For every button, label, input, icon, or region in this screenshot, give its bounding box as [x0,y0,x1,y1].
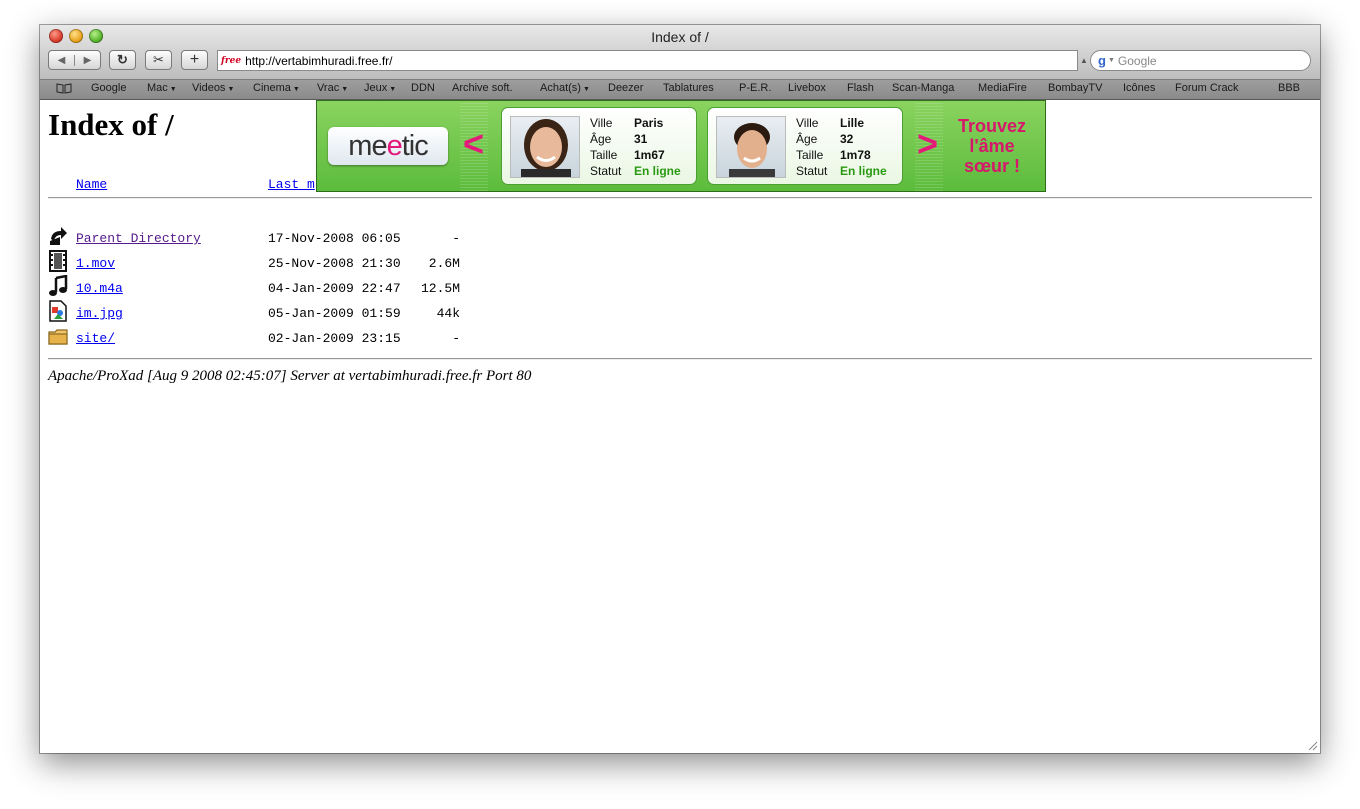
google-icon: g [1098,53,1106,68]
search-placeholder: Google [1117,53,1157,68]
file-link[interactable]: 1.mov [76,256,115,271]
music-note-icon [48,274,68,297]
url-field[interactable]: free http://vertabimhuradi.free.fr/ [217,50,1078,71]
sort-by-name-link[interactable]: Name [76,177,107,192]
file-size: - [452,331,460,346]
file-row: 10.m4a 04-Jan-2009 22:47 12.5M [40,274,740,306]
profile-1-status: En ligne [634,164,681,178]
resize-grip-icon[interactable] [1307,740,1318,751]
file-row: 1.mov 25-Nov-2008 21:30 2.6M [40,250,740,281]
chevron-down-icon: ▼ [227,86,235,93]
back-forward-group: ◀ ▶ [48,50,101,70]
ad-prev-button[interactable]: < [463,123,484,165]
file-size: - [452,231,460,246]
file-date: 04-Jan-2009 22:47 [268,281,401,296]
file-row: site/02-Jan-2009 23:15 - [40,329,740,356]
profile-photo-1 [510,116,580,178]
profile-card-1[interactable]: Ville Paris Âge 31 Taille 1m67 Statut En… [501,107,697,185]
profile-1-city: Paris [634,116,664,130]
bookmark-item[interactable]: Videos ▼ [192,82,234,94]
bookmark-item[interactable]: Icônes [1123,82,1155,94]
bookmark-item[interactable]: Deezer [608,82,643,94]
bookmark-item[interactable]: Google [91,82,126,94]
add-bookmark-button[interactable]: + [181,50,208,70]
file-link[interactable]: Parent Directory [76,231,201,246]
file-link[interactable]: im.jpg [76,306,123,321]
file-date: 17-Nov-2008 06:05 [268,231,401,246]
ad-next-button[interactable]: > [917,123,938,165]
bookmark-item[interactable]: Scan-Manga [892,82,954,94]
file-date: 05-Jan-2009 01:59 [268,306,401,321]
folder-icon [48,325,68,347]
profile-card-2[interactable]: Ville Lille Âge 32 Taille 1m78 Statut En… [707,107,903,185]
ad-cta-text[interactable]: Trouvez l'âme sœur ! [939,116,1045,176]
profile-photo-2 [716,116,786,178]
film-icon [48,250,68,272]
file-size: 12.5M [420,281,460,296]
bookmark-item[interactable]: Achat(s) ▼ [540,82,590,94]
profile-2-status: En ligne [840,164,887,178]
sort-by-date-link[interactable]: Last m [268,177,315,192]
bookmark-item[interactable]: BombayTV [1048,82,1102,94]
file-row: Parent Directory 17-Nov-2008 06:05 - [40,227,740,256]
bookmark-item[interactable]: Mac ▼ [147,82,177,94]
reload-button[interactable]: ↻ [109,50,136,70]
bookmarks-bar: Google Mac ▼ Videos ▼ Cinema ▼ Vrac ▼ Jeux ▼ DDN Arc… [40,80,1320,100]
snip-button[interactable]: ✂ [145,50,172,70]
browser-window: Index of / ◀ ▶ ↻ ✂ + free http://vertabi… [40,25,1320,753]
back-arrow-icon [48,225,68,247]
chevron-down-icon: ▼ [582,86,590,93]
file-link[interactable]: 10.m4a [76,281,123,296]
window-title: Index of / [651,29,709,45]
meetic-logo[interactable]: me e tic [328,127,448,165]
chevron-down-icon: ▼ [292,86,300,93]
bookmark-item[interactable]: DDN [411,82,435,94]
file-size: 44k [436,306,460,321]
bookmark-item[interactable]: P-E.R. [739,82,771,94]
profile-2-city: Lille [840,116,865,130]
bookmark-item[interactable]: Jeux ▼ [364,82,396,94]
page-title: Index of / [48,107,174,142]
profile-1-age: 31 [634,132,648,146]
file-date: 25-Nov-2008 21:30 [268,256,401,271]
bookmark-item[interactable]: Flash [847,82,874,94]
divider-bottom [48,358,1312,360]
titlebar: Index of / ◀ ▶ ↻ ✂ + free http://vertabi… [40,25,1320,80]
back-button[interactable]: ◀ [49,55,74,66]
profile-1-height: 1m67 [634,148,665,162]
bookmark-item[interactable]: Tablatures [663,82,714,94]
profile-2-height: 1m78 [840,148,871,162]
bookmark-item[interactable]: Forum Crack [1175,82,1239,94]
url-text: http://vertabimhuradi.free.fr/ [245,53,393,68]
search-field[interactable]: g ▼ Google [1090,50,1311,71]
file-link[interactable]: site/ [76,331,115,346]
file-size: 2.6M [428,256,460,271]
chevron-down-icon: ▼ [389,86,397,93]
file-row: im.jpg 05-Jan-2009 01:59 44k [40,300,740,331]
url-history-icon[interactable]: ▲ [1080,56,1088,65]
book-icon[interactable] [56,83,72,94]
bookmark-item[interactable]: MediaFire [978,82,1027,94]
meetic-ad-banner[interactable]: me e tic < Ville Paris Âge 31 Taille 1m6… [316,100,1046,192]
chevron-down-icon: ▼ [341,86,349,93]
file-date: 02-Jan-2009 23:15 [268,331,401,346]
bookmark-item[interactable]: Archive soft. [452,82,513,94]
page-content: Index of / Name Last m Parent Directory 1… [40,100,1320,753]
bookmark-item[interactable]: BBB [1278,82,1300,94]
divider-top [48,197,1312,199]
chevron-down-icon: ▼ [169,86,177,93]
profile-2-age: 32 [840,132,854,146]
bookmark-item[interactable]: Cinema ▼ [253,82,300,94]
bookmark-item[interactable]: Livebox [788,82,826,94]
bookmark-item[interactable]: Vrac ▼ [317,82,348,94]
image-file-icon [48,300,68,322]
server-signature: Apache/ProXad [Aug 9 2008 02:45:07] Serv… [48,368,532,384]
forward-button[interactable]: ▶ [74,54,100,66]
free-favicon-icon: free [221,55,242,66]
chevron-down-icon[interactable]: ▼ [1108,57,1115,64]
